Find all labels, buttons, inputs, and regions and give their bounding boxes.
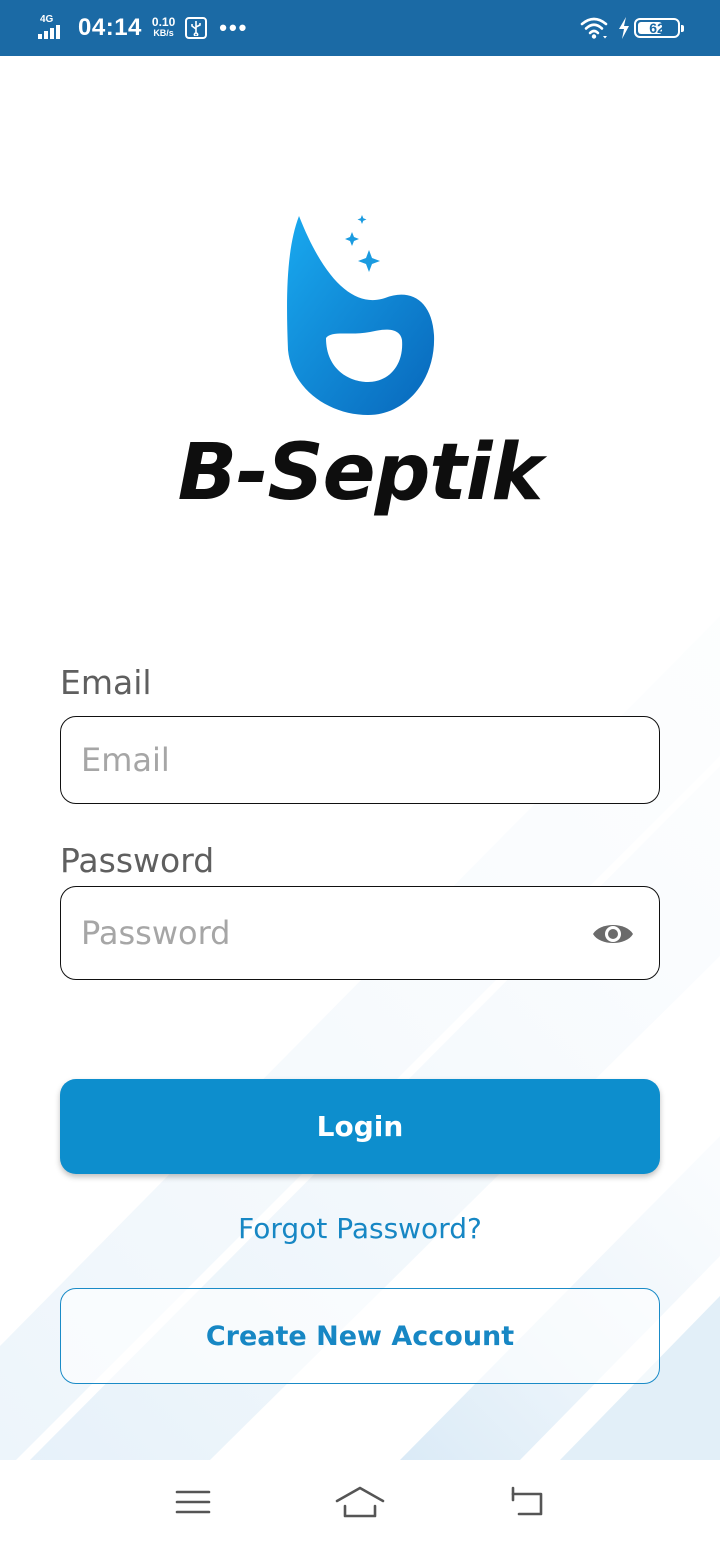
signal-icon: 4G <box>38 15 70 41</box>
back-button[interactable] <box>497 1477 557 1527</box>
email-input[interactable] <box>81 741 639 779</box>
battery-icon: 62 <box>634 18 684 38</box>
home-icon <box>335 1486 385 1518</box>
status-bar: 4G 04:14 0.10 KB/s ••• 62 <box>0 0 720 56</box>
sparkle-icon <box>357 215 367 224</box>
login-form: Email Password <box>60 660 660 980</box>
usb-icon <box>185 17 208 39</box>
sparkle-icon <box>358 250 380 272</box>
battery-percent: 62 <box>649 20 665 36</box>
forgot-password-link[interactable]: Forgot Password? <box>0 1212 720 1245</box>
network-speed: 0.10 KB/s <box>151 15 176 39</box>
create-account-button[interactable]: Create New Account <box>60 1288 660 1384</box>
menu-button[interactable] <box>163 1477 223 1527</box>
status-time: 04:14 <box>78 14 142 41</box>
network-speed-unit: KB/s <box>153 28 174 38</box>
eye-icon[interactable] <box>591 917 635 951</box>
status-bar-right: 62 <box>580 16 684 40</box>
password-input[interactable] <box>81 914 639 952</box>
system-nav-bar <box>0 1460 720 1544</box>
network-type: 4G <box>40 14 54 25</box>
email-label: Email <box>60 663 152 702</box>
email-field-container[interactable] <box>60 716 660 804</box>
sparkle-icon <box>345 232 359 246</box>
password-label: Password <box>60 841 215 880</box>
password-field-container[interactable] <box>60 886 660 980</box>
network-speed-value: 0.10 <box>151 15 176 29</box>
login-button[interactable]: Login <box>60 1079 660 1174</box>
status-bar-left: 4G 04:14 0.10 KB/s ••• <box>38 14 248 42</box>
more-notifications-icon: ••• <box>219 15 249 40</box>
charging-bolt-icon <box>619 17 629 39</box>
wifi-icon <box>580 17 608 39</box>
back-icon <box>511 1486 542 1516</box>
menu-icon <box>176 1490 211 1514</box>
brand-name: B-Septik <box>177 428 544 518</box>
home-button[interactable] <box>330 1477 390 1527</box>
